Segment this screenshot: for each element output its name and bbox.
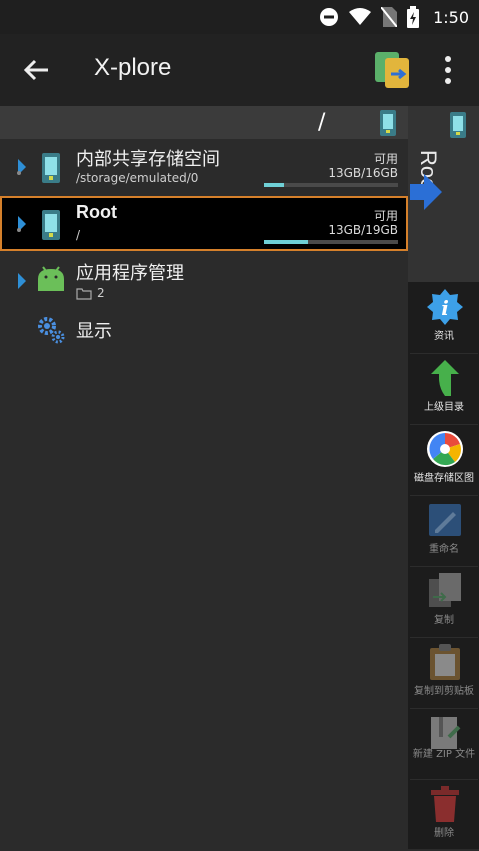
no-sim-icon [381,7,398,27]
app-bar: X-plore [0,34,479,106]
list-item-selected[interactable]: Root / 可用 13GB/19GB [0,196,408,251]
tool-label: 资讯 [434,331,454,342]
storage-size: 13GB/19GB [328,223,398,237]
rename-icon [429,504,461,536]
list-item[interactable]: 显示 [0,311,408,351]
copy-icon [429,573,461,607]
phone-storage-icon [42,210,60,240]
copy-to-clipboard-button[interactable]: 复制到剪贴板 [410,638,478,709]
status-bar: 1:50 [0,0,479,34]
delete-button[interactable]: 删除 [410,780,478,851]
tool-label: 新建 ZIP 文件 [412,749,476,760]
status-time: 1:50 [433,7,469,27]
more-options-icon[interactable] [438,52,458,88]
list-item[interactable]: 内部共享存储空间 /storage/emulated/0 可用 13GB/16G… [0,139,408,195]
tool-label: 复制到剪贴板 [414,686,474,697]
phone-storage-icon [42,153,60,183]
list-item[interactable]: 应用程序管理 2 [0,253,408,309]
gear-icon [38,317,65,344]
info-icon: i [427,289,463,325]
available-label: 可用 [373,152,398,166]
device-icon [450,112,466,138]
folder-icon [76,288,92,300]
do-not-disturb-icon [320,8,339,26]
zip-icon [431,717,461,749]
battery-icon [407,6,420,28]
storage-path: / [76,228,81,242]
current-path: / [318,110,326,135]
disk-map-icon [427,431,463,467]
display-settings-name: 显示 [76,321,112,342]
storage-usage-bar [264,240,398,244]
svg-text:i: i [441,296,449,320]
app-manager-name: 应用程序管理 [76,263,184,284]
copy-direction-arrow-icon [410,174,442,210]
tool-label: 删除 [434,828,454,839]
storage-name: 内部共享存储空间 [76,149,220,170]
rename-button[interactable]: 重命名 [410,496,478,567]
clipboard-icon [430,644,460,680]
disk-map-button[interactable]: 磁盘存储区图 [410,425,478,496]
wifi-icon [349,8,372,25]
device-icon [380,110,396,136]
expand-arrow-icon[interactable] [16,214,28,234]
delete-icon [431,786,459,822]
tool-label: 上级目录 [424,402,464,413]
tool-label: 复制 [434,615,454,626]
path-bar: / [0,106,408,139]
parent-folder-button[interactable]: 上级目录 [410,354,478,425]
app-title: X-plore [94,54,172,81]
android-icon [38,266,64,291]
new-zip-button[interactable]: 新建 ZIP 文件 [410,709,478,780]
folder-count: 2 [97,286,105,300]
info-button[interactable]: i 资讯 [410,283,478,354]
storage-size: 13GB/16GB [328,166,398,180]
tool-label: 重命名 [429,544,459,555]
storage-name: Root [76,202,117,222]
storage-path: /storage/emulated/0 [76,171,199,185]
expand-arrow-icon[interactable] [16,157,28,177]
tool-label: 磁盘存储区图 [414,473,474,484]
copy-button[interactable]: 复制 [410,567,478,638]
available-label: 可用 [373,209,398,223]
drive-switch-icon[interactable] [373,50,411,90]
up-arrow-icon [431,360,459,396]
expand-arrow-icon[interactable] [16,271,28,291]
storage-usage-bar [264,183,398,187]
back-arrow-icon[interactable] [20,54,52,86]
